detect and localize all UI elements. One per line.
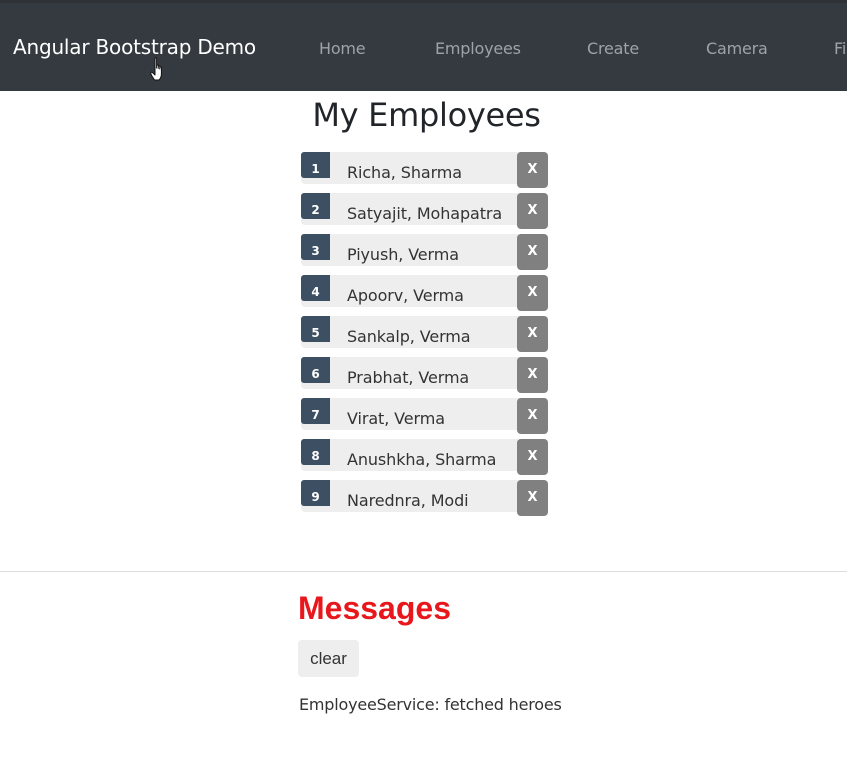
employee-id-badge: 3 [301, 234, 330, 260]
employee-name-link[interactable]: Apoorv, Verma [347, 286, 464, 305]
delete-employee-button[interactable]: X [517, 439, 548, 475]
navbar-brand[interactable]: Angular Bootstrap Demo [13, 35, 256, 59]
employee-list-item[interactable]: 5 Sankalp, Verma X [301, 316, 551, 357]
section-divider [0, 571, 847, 572]
employee-id-badge: 1 [301, 152, 330, 178]
employee-name-link[interactable]: Satyajit, Mohapatra [347, 204, 502, 223]
clear-messages-button[interactable]: clear [298, 640, 359, 677]
employee-name-link[interactable]: Prabhat, Verma [347, 368, 469, 387]
nav-camera[interactable]: Camera [706, 39, 768, 58]
nav-home[interactable]: Home [319, 39, 366, 58]
delete-employee-button[interactable]: X [517, 152, 548, 188]
employee-name-link[interactable]: Virat, Verma [347, 409, 445, 428]
employee-list-item[interactable]: 8 Anushkha, Sharma X [301, 439, 551, 480]
employee-id-badge: 2 [301, 193, 330, 219]
nav-create[interactable]: Create [587, 39, 639, 58]
delete-employee-button[interactable]: X [517, 193, 548, 229]
employee-list-item[interactable]: 4 Apoorv, Verma X [301, 275, 551, 316]
employee-list-item[interactable]: 1 Richa, Sharma X [301, 152, 551, 193]
delete-employee-button[interactable]: X [517, 316, 548, 352]
delete-employee-button[interactable]: X [517, 398, 548, 434]
employee-id-badge: 8 [301, 439, 330, 465]
message-item: EmployeeService: fetched heroes [299, 695, 562, 714]
nav-employees[interactable]: Employees [435, 39, 521, 58]
employee-list-item[interactable]: 9 Narednra, Modi X [301, 480, 551, 521]
employee-list-item[interactable]: 6 Prabhat, Verma X [301, 357, 551, 398]
employee-name-link[interactable]: Piyush, Verma [347, 245, 459, 264]
employee-name-link[interactable]: Richa, Sharma [347, 163, 462, 182]
top-navbar: Angular Bootstrap Demo Home Employees Cr… [0, 3, 847, 91]
delete-employee-button[interactable]: X [517, 480, 548, 516]
employee-id-badge: 4 [301, 275, 330, 301]
employee-list-item[interactable]: 2 Satyajit, Mohapatra X [301, 193, 551, 234]
page-title: My Employees [312, 96, 541, 134]
employee-name-link[interactable]: Sankalp, Verma [347, 327, 471, 346]
employee-list-item[interactable]: 3 Piyush, Verma X [301, 234, 551, 275]
delete-employee-button[interactable]: X [517, 234, 548, 270]
messages-title: Messages [298, 590, 451, 626]
delete-employee-button[interactable]: X [517, 275, 548, 311]
employee-id-badge: 6 [301, 357, 330, 383]
delete-employee-button[interactable]: X [517, 357, 548, 393]
employee-id-badge: 9 [301, 480, 330, 506]
employee-list: 1 Richa, Sharma X 2 Satyajit, Mohapatra X 3 Piy… [301, 152, 551, 521]
employee-name-link[interactable]: Narednra, Modi [347, 491, 469, 510]
employee-id-badge: 7 [301, 398, 330, 424]
employee-name-link[interactable]: Anushkha, Sharma [347, 450, 496, 469]
employee-list-item[interactable]: 7 Virat, Verma X [301, 398, 551, 439]
hand-pointer-icon [150, 57, 162, 81]
employee-id-badge: 5 [301, 316, 330, 342]
nav-truncated-item[interactable]: Fi [834, 39, 846, 58]
